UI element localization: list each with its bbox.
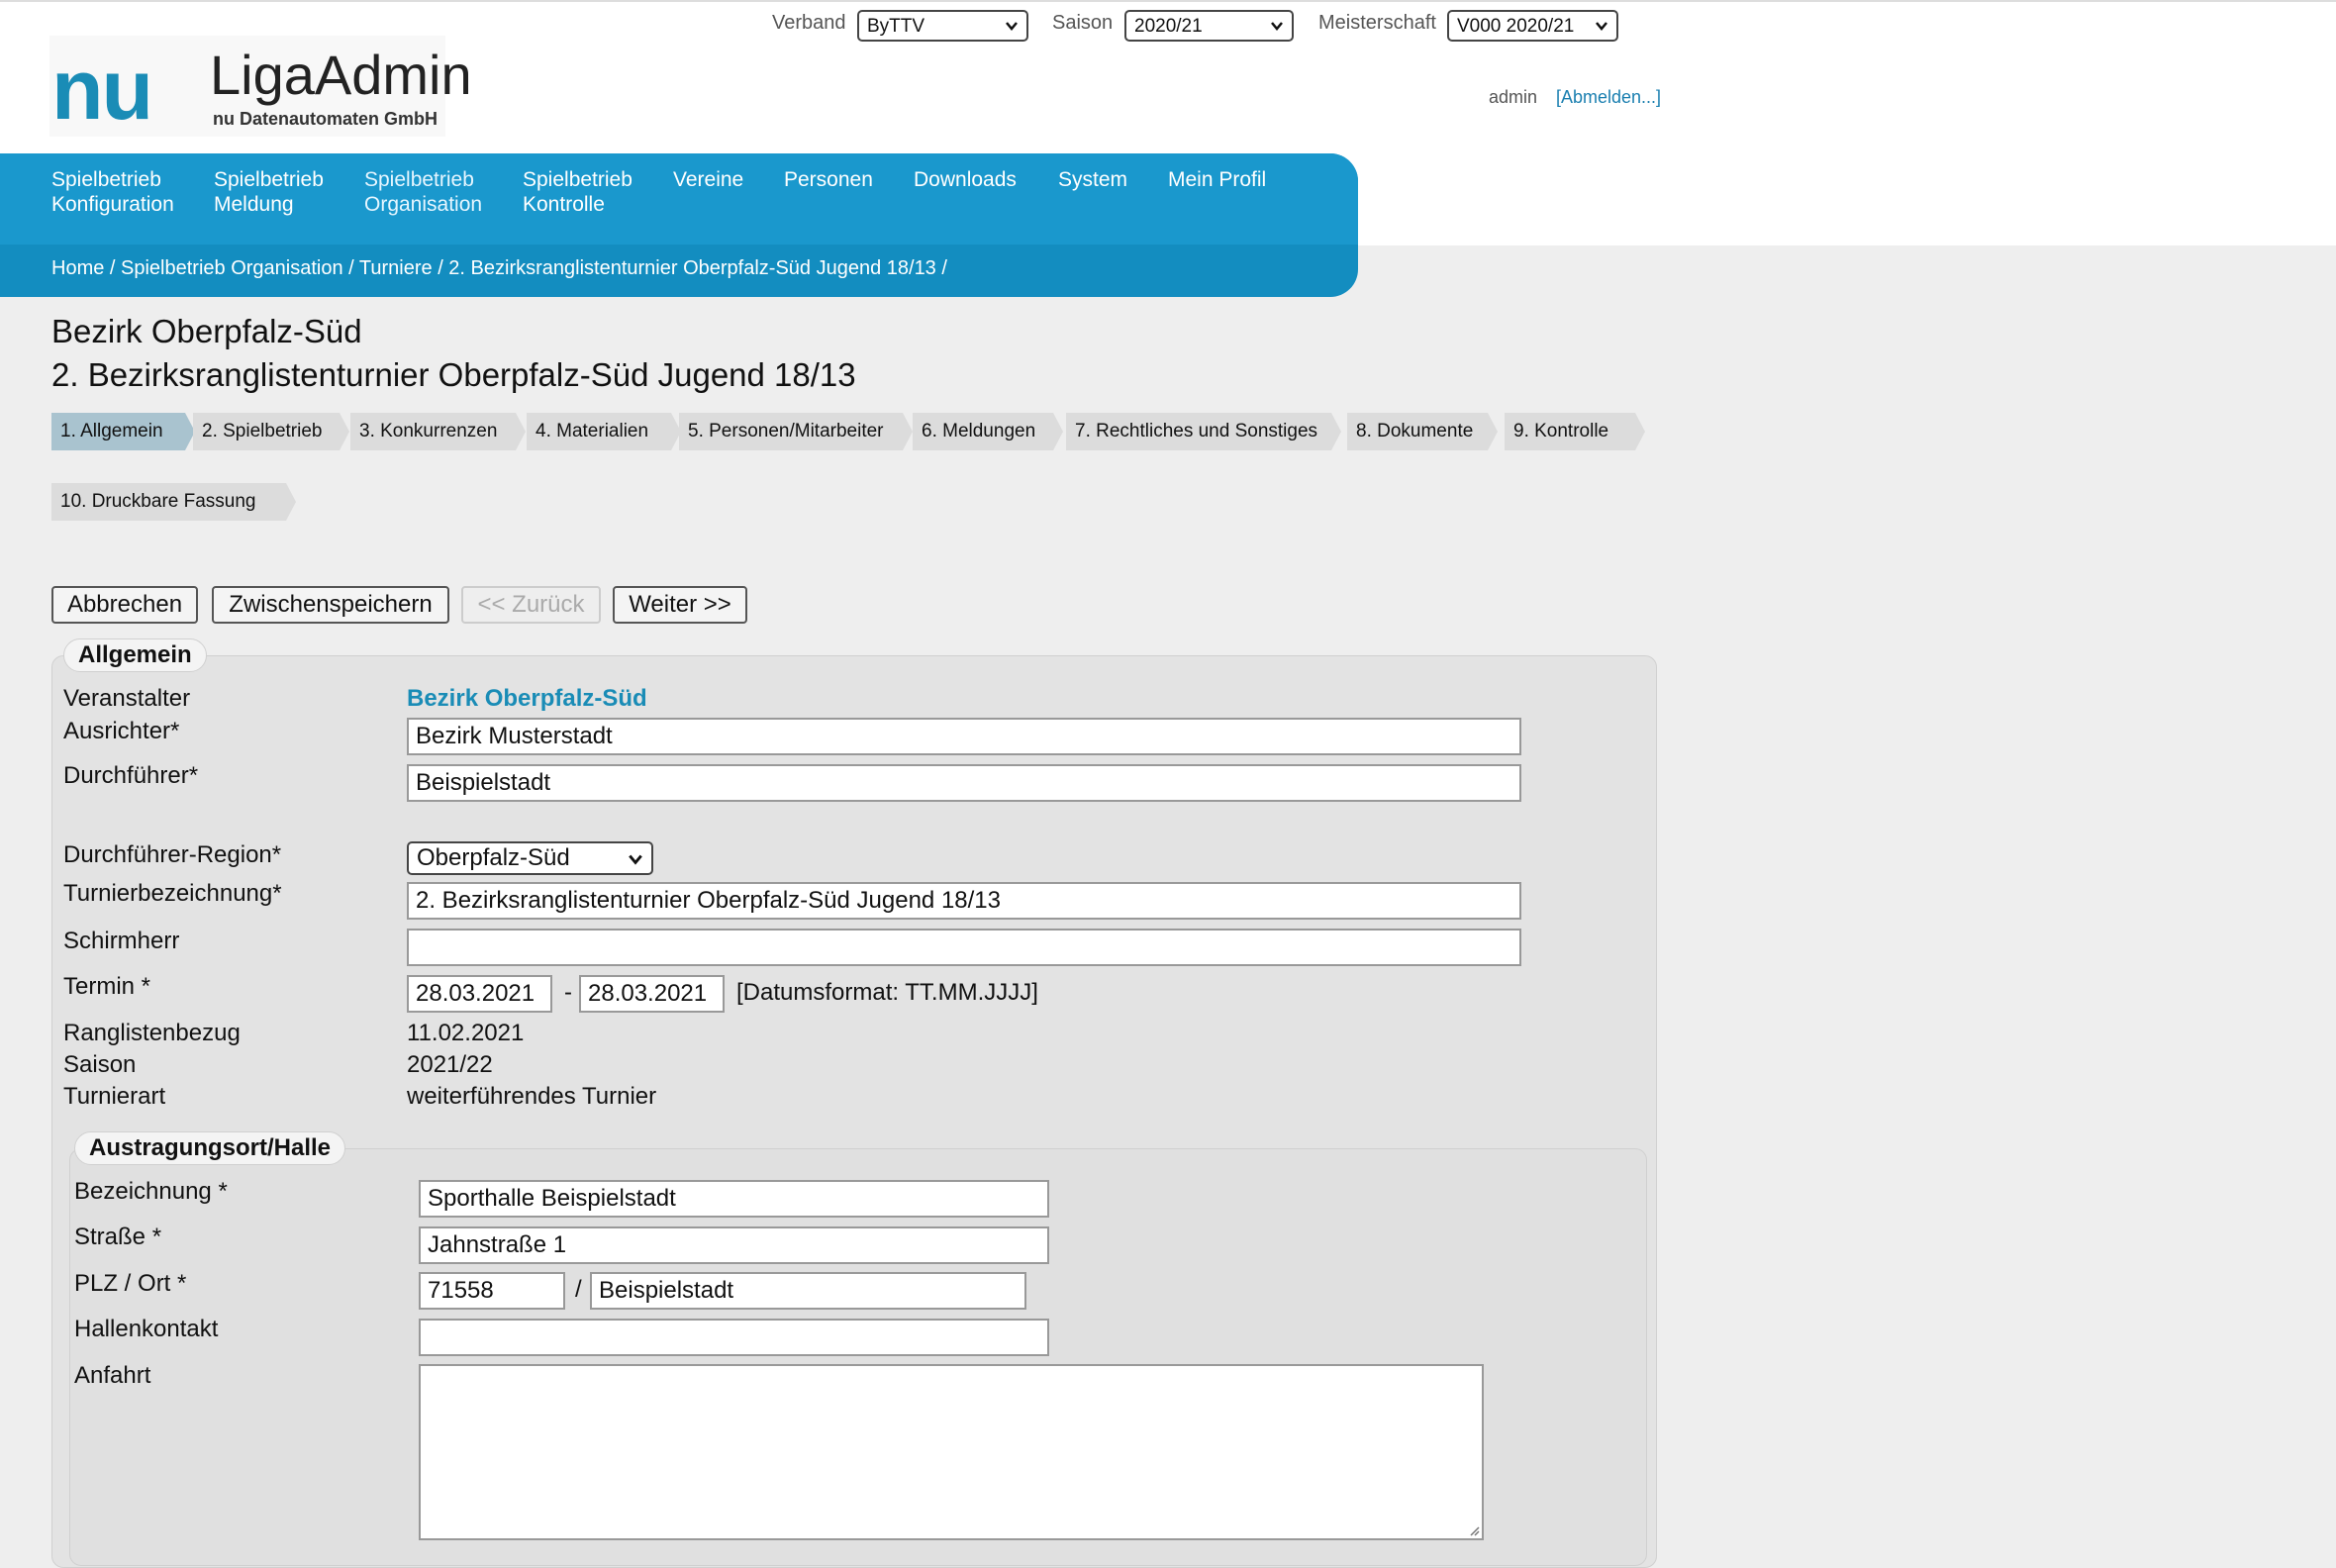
logo-nu-text: nu (51, 43, 153, 138)
nav-item-downloads[interactable]: Downloads (914, 167, 1017, 192)
veranstalter-label: Veranstalter (63, 685, 191, 712)
hallenkontakt-input[interactable] (419, 1319, 1049, 1356)
termin-format-hint: [Datumsformat: TT.MM.JJJJ] (736, 979, 1038, 1006)
page-title-bezirk: Bezirk Oberpfalz-Süd (51, 313, 362, 349)
verband-value: ByTTV (867, 16, 925, 37)
resize-grip-icon[interactable] (1468, 1524, 1480, 1536)
save-draft-button[interactable]: Zwischenspeichern (212, 586, 449, 624)
ausrichter-label: Ausrichter* (63, 718, 180, 744)
ort-input[interactable]: Beispielstadt (590, 1272, 1026, 1310)
meisterschaft-value: V000 2020/21 (1457, 16, 1575, 37)
veranstalter-link[interactable]: Bezirk Oberpfalz-Süd (407, 685, 647, 713)
tab-druckbare-fassung[interactable]: 10. Druckbare Fassung (51, 483, 296, 521)
anfahrt-label: Anfahrt (74, 1362, 151, 1389)
nav-item-spielbetrieb-kontrolle[interactable]: Spielbetrieb Kontrolle (523, 167, 633, 217)
schirmherr-label: Schirmherr (63, 928, 180, 954)
nav-item-label: Meldung (214, 193, 294, 216)
verband-select[interactable]: ByTTV (857, 10, 1028, 42)
chevron-down-icon (1006, 22, 1018, 31)
turnierart-value: weiterführendes Turnier (407, 1083, 657, 1110)
top-border (0, 0, 2336, 2)
meisterschaft-select[interactable]: V000 2020/21 (1447, 10, 1618, 42)
strasse-input[interactable]: Jahnstraße 1 (419, 1226, 1049, 1264)
saison-select[interactable]: 2020/21 (1124, 10, 1294, 42)
termin-separator: - (564, 979, 572, 1006)
plz-ort-separator: / (575, 1276, 582, 1303)
meisterschaft-label: Meisterschaft (1318, 12, 1436, 34)
nav-item-label: Spielbetrieb (523, 168, 633, 191)
bezeichnung-label: Bezeichnung * (74, 1178, 228, 1205)
breadcrumb[interactable]: Home / Spielbetrieb Organisation / Turni… (51, 257, 947, 280)
bezeichnung-input[interactable]: Sporthalle Beispielstadt (419, 1180, 1049, 1218)
logo-name-text: LigaAdmin (210, 44, 472, 106)
plz-ort-label: PLZ / Ort * (74, 1270, 187, 1297)
strasse-label: Straße * (74, 1224, 162, 1250)
tab-rechtliches[interactable]: 7. Rechtliches und Sonstiges (1066, 413, 1341, 450)
hallenkontakt-label: Hallenkontakt (74, 1316, 219, 1342)
turnierbezeichnung-label: Turnierbezeichnung* (63, 880, 282, 907)
nav-item-label: Spielbetrieb (364, 168, 474, 191)
turnierart-label: Turnierart (63, 1083, 166, 1110)
tab-materialien[interactable]: 4. Materialien (527, 413, 681, 450)
back-button[interactable]: << Zurück (461, 586, 601, 624)
tab-dokumente[interactable]: 8. Dokumente (1347, 413, 1498, 450)
allgemein-legend: Allgemein (63, 638, 207, 672)
nav-item-label: Organisation (364, 193, 483, 216)
saison-label: Saison (1052, 12, 1114, 34)
tab-meldungen[interactable]: 6. Meldungen (913, 413, 1063, 450)
tab-personen-mitarbeiter[interactable]: 5. Personen/Mitarbeiter (679, 413, 913, 450)
rangliste-label: Ranglistenbezug (63, 1020, 241, 1046)
termin-to-input[interactable]: 28.03.2021 (579, 975, 725, 1013)
nav-item-spielbetrieb-organisation[interactable]: Spielbetrieb Organisation (364, 167, 482, 217)
ligaadmin-logo[interactable]: nu LigaAdmin nu Datenautomaten GmbH (49, 36, 472, 138)
tab-allgemein[interactable]: 1. Allgemein (51, 413, 195, 450)
region-select[interactable]: Oberpfalz-Süd (407, 841, 653, 875)
nav-item-label: Spielbetrieb (214, 168, 324, 191)
saison-value: 2020/21 (1134, 16, 1203, 37)
nav-item-label: Kontrolle (523, 193, 605, 216)
plz-input[interactable]: 71558 (419, 1272, 565, 1310)
termin-from-input[interactable]: 28.03.2021 (407, 975, 552, 1013)
next-button[interactable]: Weiter >> (613, 586, 747, 624)
nav-item-system[interactable]: System (1058, 167, 1127, 192)
nav-item-label: Spielbetrieb (51, 168, 161, 191)
main-navigation: Spielbetrieb Konfiguration Spielbetrieb … (0, 153, 1358, 297)
saison-field-label: Saison (63, 1051, 137, 1078)
termin-label: Termin * (63, 973, 151, 1000)
nav-item-spielbetrieb-konfiguration[interactable]: Spielbetrieb Konfiguration (51, 167, 174, 217)
turnierbezeichnung-input[interactable]: 2. Bezirksranglistenturnier Oberpfalz-Sü… (407, 882, 1521, 920)
nav-item-mein-profil[interactable]: Mein Profil (1168, 167, 1266, 192)
cancel-button[interactable]: Abbrechen (51, 586, 198, 624)
nav-item-spielbetrieb-meldung[interactable]: Spielbetrieb Meldung (214, 167, 324, 217)
region-value: Oberpfalz-Süd (417, 844, 570, 871)
chevron-down-icon (1596, 22, 1607, 31)
username: admin (1489, 87, 1538, 107)
chevron-down-icon (629, 854, 642, 865)
rangliste-value: 11.02.2021 (407, 1020, 525, 1046)
logo-subtitle: nu Datenautomaten GmbH (213, 109, 438, 129)
verband-label: Verband (772, 12, 846, 34)
tab-konkurrenzen[interactable]: 3. Konkurrenzen (350, 413, 526, 450)
chevron-down-icon (1271, 22, 1283, 31)
tab-kontrolle[interactable]: 9. Kontrolle (1505, 413, 1645, 450)
schirmherr-input[interactable] (407, 929, 1521, 966)
ausrichter-input[interactable]: Bezirk Musterstadt (407, 718, 1521, 755)
halle-legend: Austragungsort/Halle (74, 1131, 346, 1165)
logout-link[interactable]: [Abmelden...] (1556, 87, 1661, 108)
nav-item-vereine[interactable]: Vereine (673, 167, 743, 192)
saison-field-value: 2021/22 (407, 1051, 493, 1078)
durchfuehrer-input[interactable]: Beispielstadt (407, 764, 1521, 802)
nav-item-label: Konfiguration (51, 193, 174, 216)
tab-spielbetrieb[interactable]: 2. Spielbetrieb (193, 413, 349, 450)
durchfuehrer-label: Durchführer* (63, 762, 199, 789)
region-label: Durchführer-Region* (63, 841, 282, 868)
anfahrt-textarea[interactable] (419, 1364, 1484, 1540)
page-title-turnier: 2. Bezirksranglistenturnier Oberpfalz-Sü… (51, 356, 856, 393)
nav-item-personen[interactable]: Personen (784, 167, 873, 192)
